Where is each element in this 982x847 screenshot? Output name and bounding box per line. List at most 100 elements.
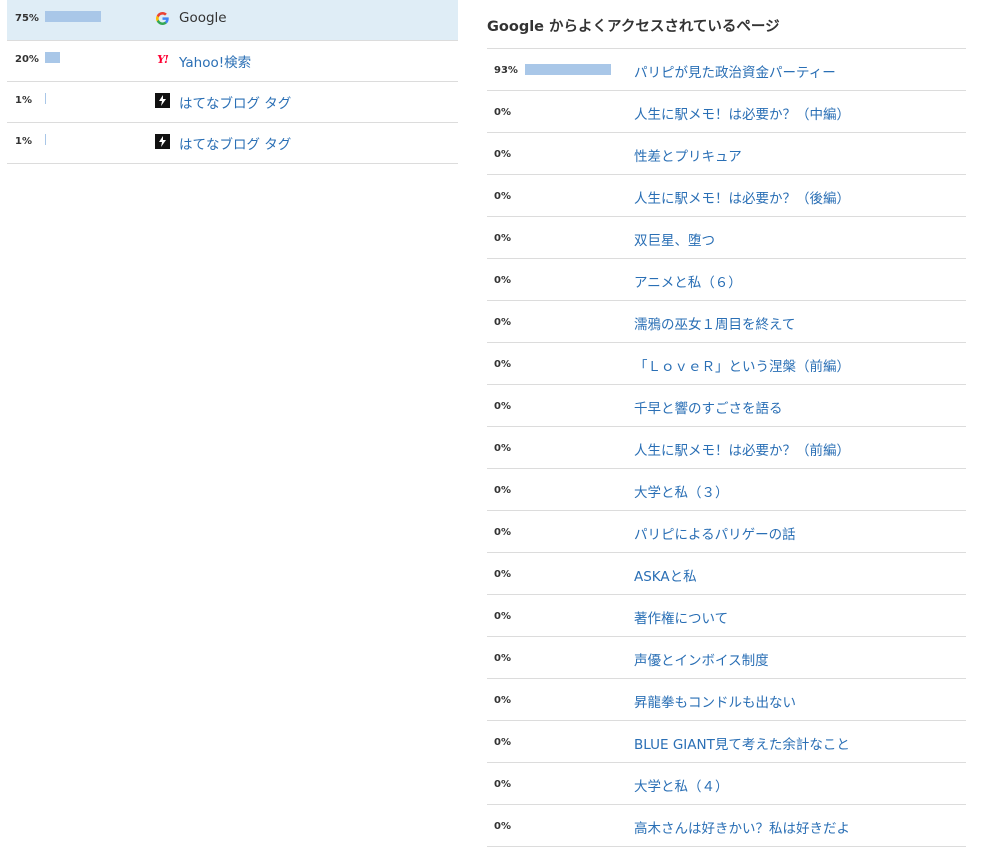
top-pages-title: Google からよくアクセスされているページ xyxy=(487,19,780,35)
top-page-bar-track xyxy=(525,274,618,285)
referrer-percent: 1% xyxy=(15,136,32,147)
top-page-link[interactable]: 人生に駅メモ！は必要か？（前編） xyxy=(634,439,850,459)
top-page-row: 0% 双巨星、堕つ xyxy=(487,217,966,259)
top-page-percent: 0% xyxy=(494,149,511,160)
top-page-link[interactable]: 人生に駅メモ！は必要か？（中編） xyxy=(634,103,850,123)
top-page-bar-track xyxy=(525,400,618,411)
referrer-bar-track xyxy=(45,134,120,145)
referrer-bar xyxy=(45,93,47,104)
referrer-label[interactable]: はてなブログ タグ xyxy=(179,92,291,112)
top-page-bar-track xyxy=(525,568,618,579)
top-page-bar-track xyxy=(525,190,618,201)
top-page-percent: 0% xyxy=(494,653,511,664)
top-page-percent: 0% xyxy=(494,611,511,622)
top-page-link[interactable]: 人生に駅メモ！は必要か？（後編） xyxy=(634,187,850,207)
top-page-link[interactable]: 大学と私（３） xyxy=(634,481,729,501)
referrer-row[interactable]: 1% はてなブログ タグ xyxy=(7,123,458,164)
top-page-percent: 0% xyxy=(494,695,511,706)
top-page-percent: 0% xyxy=(494,317,511,328)
top-page-link[interactable]: BLUE GIANT見て考えた余計なこと xyxy=(634,733,850,753)
top-page-row: 0% 千早と響のすごさを語る xyxy=(487,385,966,427)
top-page-percent: 93% xyxy=(494,65,518,76)
top-page-link[interactable]: 「ＬｏｖｅＲ」という涅槃（前編） xyxy=(634,355,850,375)
top-page-bar-track xyxy=(525,736,618,747)
top-page-bar-track xyxy=(525,316,618,327)
top-page-row: 0% アニメと私（６） xyxy=(487,259,966,301)
top-page-link[interactable]: 性差とプリキュア xyxy=(634,145,742,165)
top-page-link[interactable]: パリピによるパリゲーの話 xyxy=(634,523,796,543)
top-page-link[interactable]: 声優とインボイス制度 xyxy=(634,649,769,669)
top-page-link[interactable]: 著作権について xyxy=(634,607,728,627)
top-page-bar-track xyxy=(525,106,618,117)
top-page-row: 0% 性差とプリキュア xyxy=(487,133,966,175)
top-page-row: 0% 高木さんは好きかい？私は好きだよ xyxy=(487,805,966,847)
top-page-row: 0% BLUE GIANT見て考えた余計なこと xyxy=(487,721,966,763)
top-page-link[interactable]: 双巨星、堕つ xyxy=(634,229,715,249)
top-page-percent: 0% xyxy=(494,485,511,496)
top-page-bar-track xyxy=(525,64,618,75)
referrer-bar xyxy=(45,52,60,63)
top-page-row: 0% 大学と私（３） xyxy=(487,469,966,511)
top-pages-list: 93% パリピが見た政治資金パーティー 0% 人生に駅メモ！は必要か？（中編） … xyxy=(487,48,966,847)
top-page-percent: 0% xyxy=(494,275,511,286)
referrer-bar xyxy=(45,134,47,145)
top-page-row: 0% ASKAと私 xyxy=(487,553,966,595)
top-page-row: 0% 大学と私（４） xyxy=(487,763,966,805)
referrer-percent: 75% xyxy=(15,13,39,24)
top-page-link[interactable]: 大学と私（４） xyxy=(634,775,729,795)
top-page-percent: 0% xyxy=(494,737,511,748)
referrer-row[interactable]: 20% Y! Yahoo!検索 xyxy=(7,41,458,82)
top-page-link[interactable]: ASKAと私 xyxy=(634,565,697,585)
referrer-bar xyxy=(45,11,102,22)
referrer-row[interactable]: 75% Google xyxy=(7,0,458,41)
referrer-label[interactable]: Google xyxy=(179,10,227,26)
top-page-bar-track xyxy=(525,820,618,831)
referrer-bar-track xyxy=(45,52,120,63)
top-page-bar-track xyxy=(525,484,618,495)
referrer-label[interactable]: はてなブログ タグ xyxy=(179,133,291,153)
referrer-bar-track xyxy=(45,11,120,22)
top-page-link[interactable]: 高木さんは好きかい？私は好きだよ xyxy=(634,817,850,837)
top-page-row: 0% 人生に駅メモ！は必要か？（中編） xyxy=(487,91,966,133)
top-page-row: 0% 「ＬｏｖｅＲ」という涅槃（前編） xyxy=(487,343,966,385)
top-page-link[interactable]: アニメと私（６） xyxy=(634,271,742,291)
referrer-row[interactable]: 1% はてなブログ タグ xyxy=(7,82,458,123)
top-page-link[interactable]: 千早と響のすごさを語る xyxy=(634,397,783,417)
top-page-row: 0% 人生に駅メモ！は必要か？（後編） xyxy=(487,175,966,217)
top-page-percent: 0% xyxy=(494,779,511,790)
top-page-row: 0% 人生に駅メモ！は必要か？（前編） xyxy=(487,427,966,469)
top-page-bar-track xyxy=(525,232,618,243)
top-page-row: 0% パリピによるパリゲーの話 xyxy=(487,511,966,553)
referrer-label[interactable]: Yahoo!検索 xyxy=(179,51,251,71)
top-page-row: 0% 昇龍拳もコンドルも出ない xyxy=(487,679,966,721)
google-icon xyxy=(155,11,170,26)
top-page-percent: 0% xyxy=(494,527,511,538)
top-page-bar-track xyxy=(525,694,618,705)
top-page-bar-track xyxy=(525,442,618,453)
top-page-row: 93% パリピが見た政治資金パーティー xyxy=(487,49,966,91)
top-page-percent: 0% xyxy=(494,569,511,580)
hatena-blog-icon xyxy=(155,134,170,149)
top-page-bar-track xyxy=(525,358,618,369)
top-page-bar xyxy=(525,64,612,75)
top-page-bar-track xyxy=(525,526,618,537)
top-page-link[interactable]: 昇龍拳もコンドルも出ない xyxy=(634,691,796,711)
referrer-percent: 1% xyxy=(15,95,32,106)
top-page-bar-track xyxy=(525,148,618,159)
referrer-bar-track xyxy=(45,93,120,104)
top-page-percent: 0% xyxy=(494,191,511,202)
top-page-row: 0% 声優とインボイス制度 xyxy=(487,637,966,679)
top-page-percent: 0% xyxy=(494,107,511,118)
top-page-link[interactable]: パリピが見た政治資金パーティー xyxy=(634,61,836,81)
yahoo-icon: Y! xyxy=(157,53,169,66)
top-page-percent: 0% xyxy=(494,359,511,370)
top-page-percent: 0% xyxy=(494,821,511,832)
top-page-bar-track xyxy=(525,610,618,621)
top-page-link[interactable]: 濡鴉の巫女１周目を終えて xyxy=(634,313,795,333)
top-page-row: 0% 濡鴉の巫女１周目を終えて xyxy=(487,301,966,343)
top-page-bar-track xyxy=(525,652,618,663)
referrer-percent: 20% xyxy=(15,54,39,65)
top-page-percent: 0% xyxy=(494,443,511,454)
referrer-list: 75% Google 20% Y! Yahoo!検索 1% はてなブログ タグ … xyxy=(7,0,458,164)
top-page-row: 0% 著作権について xyxy=(487,595,966,637)
